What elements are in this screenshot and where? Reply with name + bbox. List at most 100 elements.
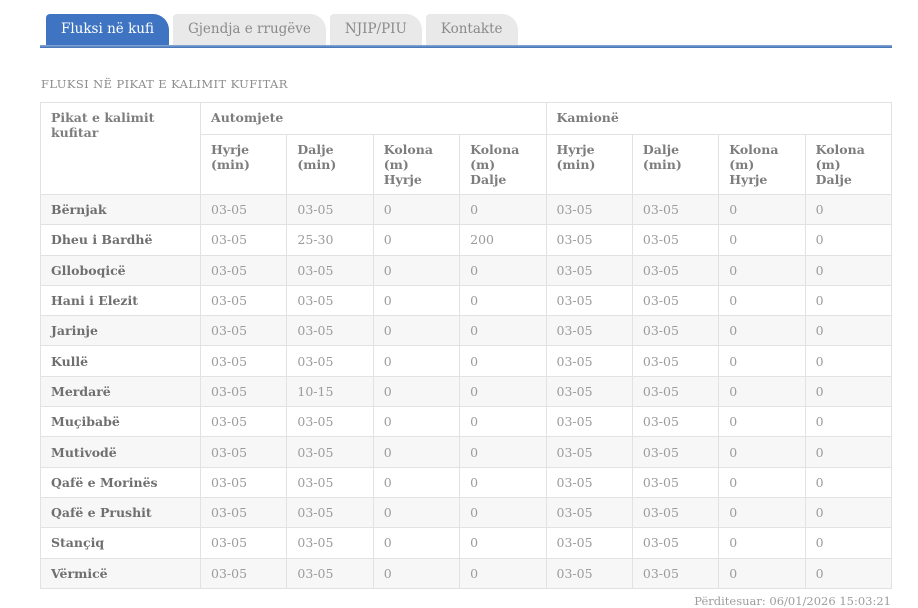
traffic-value-cell: 03-05: [546, 316, 632, 346]
traffic-value-cell: 0: [719, 558, 805, 588]
crossing-point-name: Bërnjak: [41, 195, 201, 225]
traffic-value-cell: 03-05: [632, 407, 718, 437]
table-row-qafe-e-prushit: Qafë e Prushit03-0503-050003-0503-0500: [41, 497, 892, 527]
column-header-kolona-m-dalje-kamione: Kolona (m) Dalje: [805, 135, 891, 195]
table-row-dheu-i-bardhe: Dheu i Bardhë03-0525-30020003-0503-0500: [41, 225, 892, 255]
traffic-value-cell: 03-05: [546, 497, 632, 527]
traffic-value-cell: 0: [805, 528, 891, 558]
column-header-dalje-min-kamione: Dalje (min): [632, 135, 718, 195]
column-header-dalje-min-automjete: Dalje (min): [287, 135, 373, 195]
tab-underline: [40, 45, 892, 48]
traffic-value-cell: 0: [460, 558, 546, 588]
table-row-kulle: Kullë03-0503-050003-0503-0500: [41, 346, 892, 376]
traffic-value-cell: 0: [805, 285, 891, 315]
crossing-point-name: Hani i Elezit: [41, 285, 201, 315]
traffic-value-cell: 0: [373, 225, 459, 255]
last-updated-timestamp: Përditesuar: 06/01/2026 15:03:21: [40, 594, 892, 608]
crossing-point-name: Qafë e Prushit: [41, 497, 201, 527]
traffic-value-cell: 0: [373, 195, 459, 225]
tab-njip-piu[interactable]: NJIP/PIU: [330, 14, 422, 45]
traffic-value-cell: 03-05: [201, 497, 287, 527]
traffic-value-cell: 03-05: [287, 195, 373, 225]
traffic-value-cell: 0: [719, 467, 805, 497]
traffic-value-cell: 0: [719, 407, 805, 437]
column-header-crossing-points: Pikat e kalimit kufitar: [41, 103, 201, 195]
traffic-value-cell: 0: [460, 467, 546, 497]
traffic-value-cell: 03-05: [201, 285, 287, 315]
traffic-value-cell: 0: [460, 376, 546, 406]
table-row-hani-i-elezit: Hani i Elezit03-0503-050003-0503-0500: [41, 285, 892, 315]
traffic-value-cell: 0: [719, 225, 805, 255]
traffic-value-cell: 03-05: [632, 285, 718, 315]
table-row-merdare: Merdarë03-0510-150003-0503-0500: [41, 376, 892, 406]
traffic-value-cell: 0: [805, 407, 891, 437]
traffic-value-cell: 03-05: [546, 467, 632, 497]
traffic-value-cell: 03-05: [546, 225, 632, 255]
traffic-value-cell: 0: [460, 497, 546, 527]
traffic-value-cell: 03-05: [546, 437, 632, 467]
traffic-value-cell: 0: [460, 316, 546, 346]
traffic-value-cell: 0: [719, 285, 805, 315]
traffic-value-cell: 03-05: [546, 407, 632, 437]
traffic-value-cell: 03-05: [201, 467, 287, 497]
traffic-value-cell: 0: [719, 255, 805, 285]
traffic-value-cell: 03-05: [201, 255, 287, 285]
traffic-value-cell: 0: [460, 528, 546, 558]
traffic-value-cell: 0: [805, 437, 891, 467]
traffic-value-cell: 0: [805, 195, 891, 225]
traffic-value-cell: 25-30: [287, 225, 373, 255]
traffic-value-cell: 0: [719, 497, 805, 527]
table-row-vermice: Vërmicë03-0503-050003-0503-0500: [41, 558, 892, 588]
traffic-value-cell: 0: [805, 316, 891, 346]
traffic-value-cell: 0: [805, 558, 891, 588]
traffic-value-cell: 03-05: [546, 195, 632, 225]
table-row-mucibabe: Muçibabë03-0503-050003-0503-0500: [41, 407, 892, 437]
traffic-value-cell: 0: [460, 346, 546, 376]
traffic-value-cell: 0: [373, 437, 459, 467]
traffic-value-cell: 03-05: [201, 316, 287, 346]
tab-gjendja-e-rrugeve[interactable]: Gjendja e rrugëve: [173, 14, 326, 45]
table-group-header-row: Pikat e kalimit kufitar Automjete Kamion…: [41, 103, 892, 135]
traffic-value-cell: 0: [805, 346, 891, 376]
traffic-value-cell: 0: [460, 285, 546, 315]
traffic-value-cell: 03-05: [287, 407, 373, 437]
traffic-value-cell: 0: [719, 346, 805, 376]
traffic-value-cell: 0: [719, 528, 805, 558]
traffic-value-cell: 0: [805, 225, 891, 255]
tab-fluksi-ne-kufi[interactable]: Fluksi në kufi: [46, 14, 169, 45]
traffic-value-cell: 03-05: [201, 195, 287, 225]
traffic-value-cell: 03-05: [287, 346, 373, 376]
traffic-value-cell: 03-05: [287, 285, 373, 315]
crossing-point-name: Stançiq: [41, 528, 201, 558]
traffic-value-cell: 03-05: [287, 528, 373, 558]
table-row-mutivode: Mutivodë03-0503-050003-0503-0500: [41, 437, 892, 467]
traffic-value-cell: 0: [460, 255, 546, 285]
crossing-point-name: Muçibabë: [41, 407, 201, 437]
column-group-kamione: Kamionë: [546, 103, 892, 135]
traffic-value-cell: 0: [719, 316, 805, 346]
traffic-value-cell: 03-05: [632, 346, 718, 376]
traffic-value-cell: 03-05: [546, 346, 632, 376]
page-container: Fluksi në kufiGjendja e rrugëveNJIP/PIUK…: [40, 14, 892, 608]
traffic-value-cell: 0: [373, 376, 459, 406]
crossing-point-name: Jarinje: [41, 316, 201, 346]
column-header-hyrje-min-kamione: Hyrje (min): [546, 135, 632, 195]
traffic-value-cell: 03-05: [632, 467, 718, 497]
traffic-value-cell: 03-05: [287, 437, 373, 467]
traffic-value-cell: 03-05: [632, 316, 718, 346]
traffic-value-cell: 03-05: [287, 467, 373, 497]
tab-kontakte[interactable]: Kontakte: [426, 14, 518, 45]
traffic-value-cell: 03-05: [546, 255, 632, 285]
traffic-value-cell: 0: [805, 467, 891, 497]
table-row-qafe-e-morines: Qafë e Morinës03-0503-050003-0503-0500: [41, 467, 892, 497]
traffic-value-cell: 0: [460, 195, 546, 225]
traffic-value-cell: 03-05: [632, 376, 718, 406]
traffic-value-cell: 03-05: [632, 255, 718, 285]
traffic-value-cell: 03-05: [287, 558, 373, 588]
traffic-value-cell: 10-15: [287, 376, 373, 406]
column-header-kolona-m-dalje-automjete: Kolona (m) Dalje: [460, 135, 546, 195]
traffic-value-cell: 03-05: [632, 528, 718, 558]
column-header-kolona-m-hyrje-kamione: Kolona (m) Hyrje: [719, 135, 805, 195]
traffic-value-cell: 03-05: [632, 497, 718, 527]
traffic-value-cell: 200: [460, 225, 546, 255]
